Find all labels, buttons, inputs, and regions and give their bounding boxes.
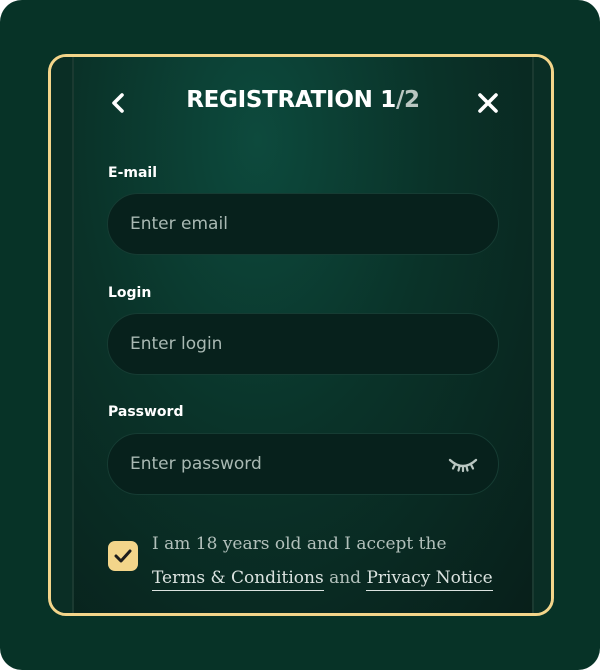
consent-and: and — [329, 568, 362, 588]
password-label: Password — [108, 404, 184, 420]
consent-text: I am 18 years old and I accept the Terms… — [152, 527, 512, 595]
login-field[interactable] — [108, 314, 498, 374]
privacy-notice-link[interactable]: Privacy Notice — [366, 568, 493, 591]
modal-side-strip-left — [51, 57, 72, 613]
close-icon — [478, 93, 498, 113]
eye-closed-icon — [448, 458, 478, 473]
terms-conditions-link[interactable]: Terms & Conditions — [152, 568, 324, 591]
password-field[interactable] — [108, 434, 498, 494]
close-button[interactable] — [474, 89, 502, 117]
page-background: REGISTRATION 1/2 E-mail Login Password — [0, 0, 600, 670]
password-field-wrapper — [107, 433, 499, 495]
password-visibility-toggle[interactable] — [448, 452, 478, 478]
age-terms-checkbox[interactable] — [108, 541, 138, 571]
registration-panel: REGISTRATION 1/2 E-mail Login Password — [72, 57, 534, 613]
title-step: REGISTRATION 1 — [186, 87, 396, 113]
email-label: E-mail — [108, 165, 158, 181]
login-label: Login — [108, 285, 152, 301]
title-step-total: /2 — [395, 87, 420, 113]
modal-header: REGISTRATION 1/2 — [74, 83, 532, 123]
checkmark-icon — [114, 549, 132, 563]
page-title: REGISTRATION 1/2 — [74, 87, 532, 113]
registration-modal-frame: REGISTRATION 1/2 E-mail Login Password — [48, 54, 554, 616]
email-field[interactable] — [108, 194, 498, 254]
consent-statement: I am 18 years old and I accept the — [152, 534, 447, 554]
email-field-wrapper — [107, 193, 499, 255]
login-field-wrapper — [107, 313, 499, 375]
